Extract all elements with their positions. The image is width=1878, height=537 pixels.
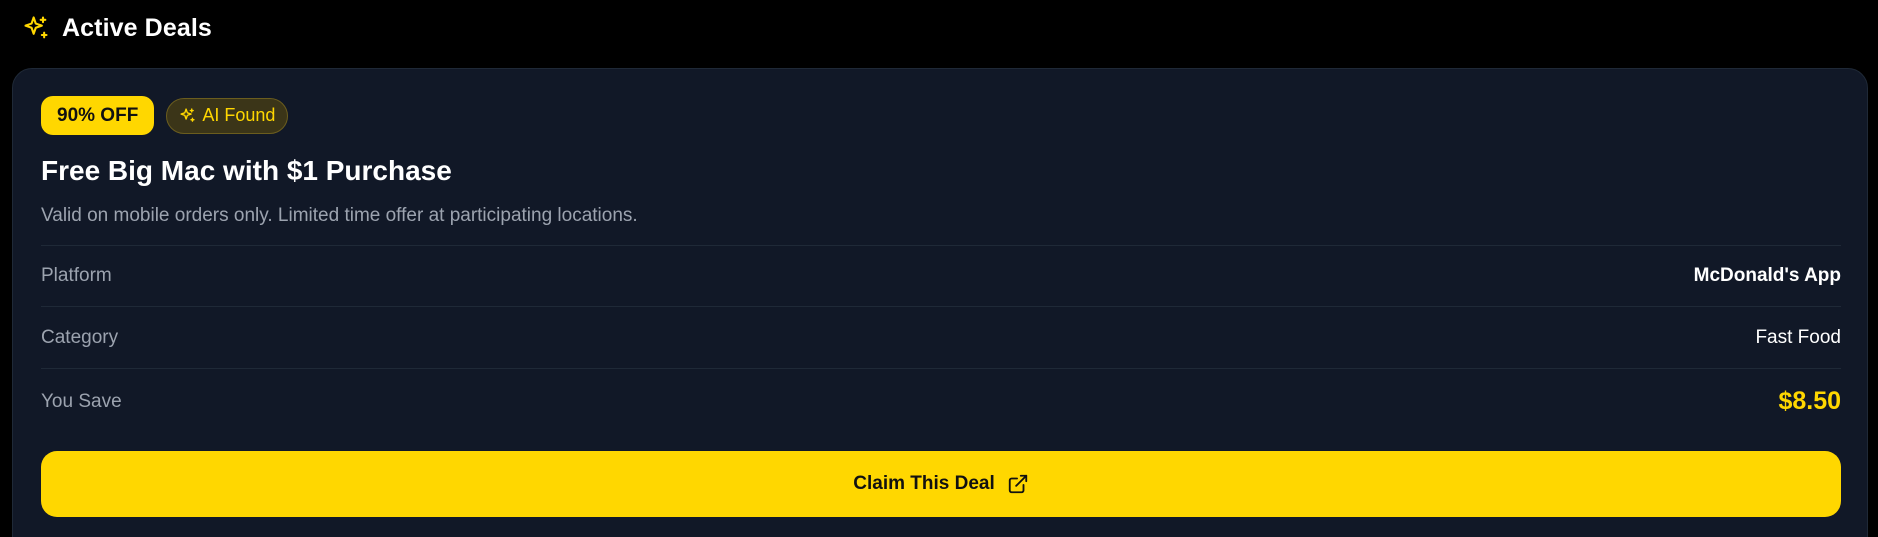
deal-badges: 90% OFF AI Found xyxy=(41,96,289,135)
section-header: Active Deals xyxy=(22,10,212,46)
sparkles-icon xyxy=(24,16,48,39)
detail-row-savings: You Save $8.50 xyxy=(41,368,1841,434)
platform-value: McDonald's App xyxy=(1693,265,1841,286)
detail-label: Category xyxy=(41,326,119,348)
sparkles-icon xyxy=(180,108,195,122)
category-value: Fast Food xyxy=(1755,326,1841,348)
savings-value: $8.50 xyxy=(1778,387,1841,415)
claim-deal-button[interactable]: Claim This Deal xyxy=(41,451,1841,517)
ai-found-label: AI Found xyxy=(202,105,276,125)
deal-description: Valid on mobile orders only. Limited tim… xyxy=(41,205,638,226)
detail-label: Platform xyxy=(41,265,112,286)
deal-title: Free Big Mac with $1 Purchase xyxy=(41,155,452,186)
detail-label: You Save xyxy=(41,390,122,412)
ai-found-badge: AI Found xyxy=(166,97,289,134)
detail-row-platform: Platform McDonald's App xyxy=(41,245,1841,306)
deals-page: Active Deals 90% OFF AI Found Free Big M… xyxy=(0,0,1878,537)
discount-badge: 90% OFF xyxy=(41,96,155,135)
deal-card: 90% OFF AI Found Free Big Mac with $1 Pu… xyxy=(12,68,1868,537)
claim-deal-label: Claim This Deal xyxy=(853,473,995,494)
section-title: Active Deals xyxy=(62,13,212,42)
detail-row-category: Category Fast Food xyxy=(41,306,1841,368)
external-link-icon xyxy=(1008,474,1027,494)
